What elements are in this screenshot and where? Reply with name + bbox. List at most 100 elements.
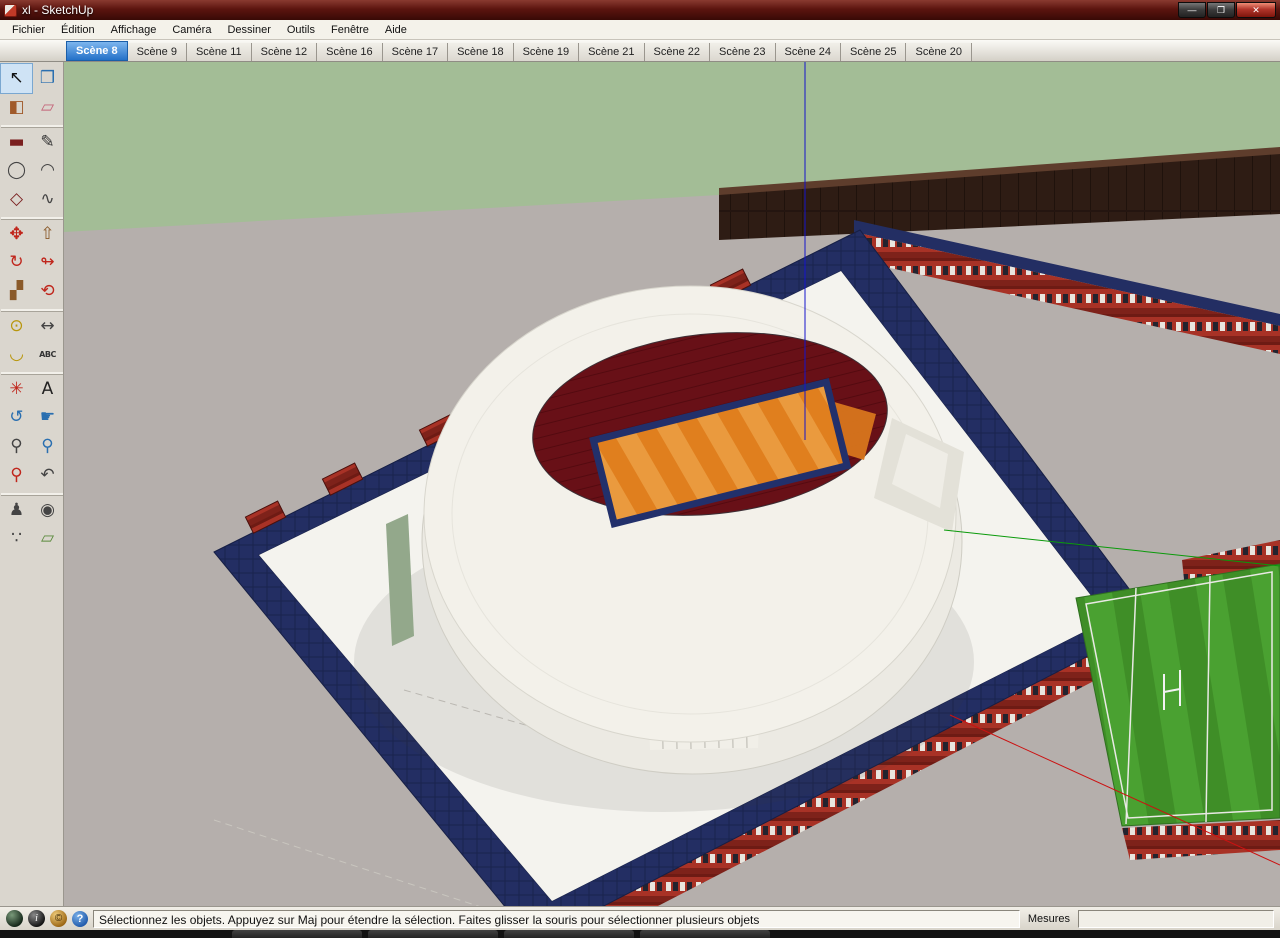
scene-tab[interactable]: Scène 8 — [66, 41, 128, 61]
tool-icon: ◧ — [8, 99, 24, 116]
tool-icon: ☛ — [40, 409, 55, 426]
maximize-button[interactable]: ❐ — [1207, 2, 1235, 18]
taskbar-button[interactable] — [640, 930, 770, 938]
minimize-button[interactable]: — — [1178, 2, 1206, 18]
scene-tab[interactable]: Scène 25 — [841, 43, 906, 61]
menu-item[interactable]: Dessiner — [219, 22, 278, 38]
walk-tool[interactable]: ∵ — [1, 524, 32, 553]
menu-item[interactable]: Affichage — [103, 22, 165, 38]
tool-icon: ◇ — [10, 191, 23, 208]
scene-tab-bar: Scène 8Scène 9Scène 11Scène 12Scène 16Sc… — [0, 40, 1280, 62]
credits-icon[interactable]: © — [50, 910, 67, 927]
scene-tab[interactable]: Scène 21 — [579, 43, 644, 61]
tool-icon: ↖ — [9, 70, 23, 87]
rectangle-tool[interactable]: ▬ — [1, 127, 32, 156]
menu-item[interactable]: Édition — [53, 22, 103, 38]
axes-tool[interactable]: ✳ — [1, 374, 32, 403]
scene-tab[interactable]: Scène 17 — [383, 43, 448, 61]
tool-icon: ↔ — [40, 318, 54, 335]
tape-measure-tool[interactable]: ⊙ — [1, 311, 32, 340]
scene-tab[interactable]: Scène 9 — [128, 43, 187, 61]
sketchup-app-icon — [4, 4, 17, 17]
eraser-tool[interactable]: ▱ — [32, 93, 63, 122]
tool-icon: ▞ — [10, 283, 23, 300]
measurements-input[interactable] — [1078, 910, 1274, 928]
polygon-tool[interactable]: ◇ — [1, 185, 32, 214]
scene-tab[interactable]: Scène 22 — [645, 43, 710, 61]
scene-tab[interactable]: Scène 18 — [448, 43, 513, 61]
tool-icon: ◡ — [9, 346, 24, 363]
circle-tool[interactable]: ◯ — [1, 156, 32, 185]
scale-tool[interactable]: ▞ — [1, 277, 32, 306]
position-camera-tool[interactable]: ♟ — [1, 495, 32, 524]
menu-item[interactable]: Outils — [279, 22, 323, 38]
zoom-tool[interactable]: ⚲ — [1, 432, 32, 461]
claim-credit-icon[interactable]: i — [28, 910, 45, 927]
tool-palette: ↖ ❒ ◧ ▱ ▬ ✎ ◯ — [0, 62, 64, 906]
menu-item[interactable]: Caméra — [164, 22, 219, 38]
pan-tool[interactable]: ☛ — [32, 403, 63, 432]
window-title: xl - SketchUp — [22, 3, 93, 17]
model-canvas[interactable]: Arena — [64, 62, 1280, 906]
tool-icon: ⚲ — [10, 438, 22, 455]
menu-bar: FichierÉditionAffichageCaméraDessinerOut… — [0, 20, 1280, 40]
menu-item[interactable]: Fichier — [4, 22, 53, 38]
tool-icon: ❒ — [40, 70, 55, 87]
paint-bucket-tool[interactable]: ◧ — [1, 93, 32, 122]
orbit-tool[interactable]: ↺ — [1, 403, 32, 432]
tool-icon: ⚲ — [41, 438, 53, 455]
scene-tab[interactable]: Scène 24 — [776, 43, 841, 61]
tool-icon: ⊙ — [9, 318, 23, 335]
section-plane-tool[interactable]: ▱ — [32, 524, 63, 553]
tool-icon: ↬ — [40, 254, 54, 271]
follow-me-tool[interactable]: ↬ — [32, 248, 63, 277]
geolocation-icon[interactable] — [6, 910, 23, 927]
scene-tab[interactable]: Scène 23 — [710, 43, 775, 61]
dimension-tool[interactable]: ↔ — [32, 311, 63, 340]
protractor-tool[interactable]: ◡ — [1, 340, 32, 369]
rotate-tool[interactable]: ↻ — [1, 248, 32, 277]
make-component-tool[interactable]: ❒ — [32, 64, 63, 93]
tool-icon: ▱ — [41, 530, 54, 547]
3d-text-tool[interactable]: A — [32, 374, 63, 403]
tool-icon: ♟ — [9, 502, 24, 519]
scene-tab[interactable]: Scène 11 — [187, 43, 252, 61]
scene-tab[interactable]: Scène 16 — [317, 43, 382, 61]
title-bar[interactable]: xl - SketchUp — ❐ ✕ — [0, 0, 1280, 20]
status-message: Sélectionnez les objets. Appuyez sur Maj… — [93, 910, 1020, 928]
move-tool[interactable]: ✥ — [1, 219, 32, 248]
select-tool[interactable]: ↖ — [1, 64, 32, 93]
tool-icon: ⇧ — [40, 226, 54, 243]
line-tool[interactable]: ✎ — [32, 127, 63, 156]
zoom-extents-tool[interactable]: ⚲ — [1, 461, 32, 490]
tool-icon: A — [42, 381, 54, 398]
menu-item[interactable]: Aide — [377, 22, 415, 38]
taskbar-button[interactable] — [232, 930, 362, 938]
status-bar: i © ? Sélectionnez les objets. Appuyez s… — [0, 906, 1280, 930]
scene-tab[interactable]: Scène 20 — [906, 43, 971, 61]
model-viewport[interactable]: Arena — [64, 62, 1280, 906]
tool-icon: ◠ — [40, 162, 55, 179]
tool-icon: ↻ — [9, 254, 23, 271]
push-pull-tool[interactable]: ⇧ — [32, 219, 63, 248]
text-tool[interactable]: ABC — [32, 340, 63, 369]
help-icon[interactable]: ? — [72, 911, 88, 927]
freehand-tool[interactable]: ∿ — [32, 185, 63, 214]
taskbar-button[interactable] — [504, 930, 634, 938]
look-around-tool[interactable]: ◉ — [32, 495, 63, 524]
taskbar-button[interactable] — [368, 930, 498, 938]
scene-tab[interactable]: Scène 19 — [514, 43, 579, 61]
tool-icon: ✳ — [9, 381, 23, 398]
previous-view-tool[interactable]: ↶ — [32, 461, 63, 490]
arc-tool[interactable]: ◠ — [32, 156, 63, 185]
tool-icon: ⟲ — [40, 283, 54, 300]
zoom-window-tool[interactable]: ⚲ — [32, 432, 63, 461]
tool-icon: ⚲ — [10, 467, 22, 484]
tool-icon: ✎ — [40, 134, 54, 151]
close-button[interactable]: ✕ — [1236, 2, 1276, 18]
tool-icon: ↺ — [9, 409, 23, 426]
offset-tool[interactable]: ⟲ — [32, 277, 63, 306]
tool-icon: ▬ — [8, 134, 24, 151]
menu-item[interactable]: Fenêtre — [323, 22, 377, 38]
scene-tab[interactable]: Scène 12 — [252, 43, 317, 61]
